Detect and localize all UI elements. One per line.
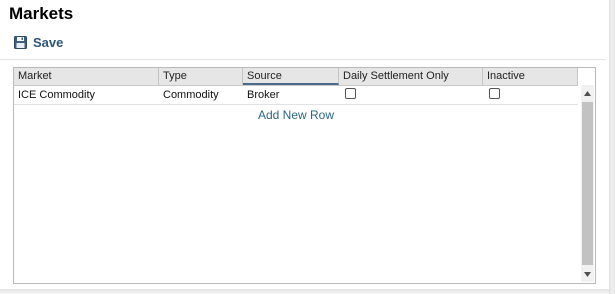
column-header-market[interactable]: Market (14, 68, 159, 85)
toolbar-divider (0, 59, 606, 60)
save-button[interactable]: Save (14, 35, 63, 50)
save-label: Save (33, 34, 64, 50)
scroll-down-arrow-icon[interactable] (581, 268, 594, 281)
window-bottom-edge (0, 289, 609, 294)
markets-grid: Market Type Source Daily Settlement Only… (13, 67, 596, 284)
column-header-inactive[interactable]: Inactive (483, 68, 578, 85)
page-title: Markets (9, 4, 74, 23)
grid-header: Market Type Source Daily Settlement Only… (14, 68, 578, 86)
column-header-daily-settlement-only[interactable]: Daily Settlement Only (339, 68, 483, 85)
inactive-checkbox[interactable] (489, 88, 500, 99)
save-icon (14, 35, 27, 49)
window-edge (609, 0, 615, 294)
vertical-scrollbar[interactable] (581, 85, 594, 282)
cell-market[interactable]: ICE Commodity (14, 86, 159, 104)
table-row[interactable]: ICE Commodity Commodity Broker (14, 86, 578, 105)
column-header-source[interactable]: Source (243, 68, 339, 85)
column-header-type[interactable]: Type (159, 68, 243, 85)
scrollbar-thumb[interactable] (582, 102, 593, 265)
cell-source[interactable]: Broker (243, 86, 339, 104)
scroll-up-arrow-icon[interactable] (581, 87, 594, 100)
cell-type[interactable]: Commodity (159, 86, 243, 104)
daily-settlement-only-checkbox[interactable] (345, 88, 356, 99)
toolbar: Save (14, 33, 63, 51)
add-new-row-link[interactable]: Add New Row (14, 108, 578, 122)
